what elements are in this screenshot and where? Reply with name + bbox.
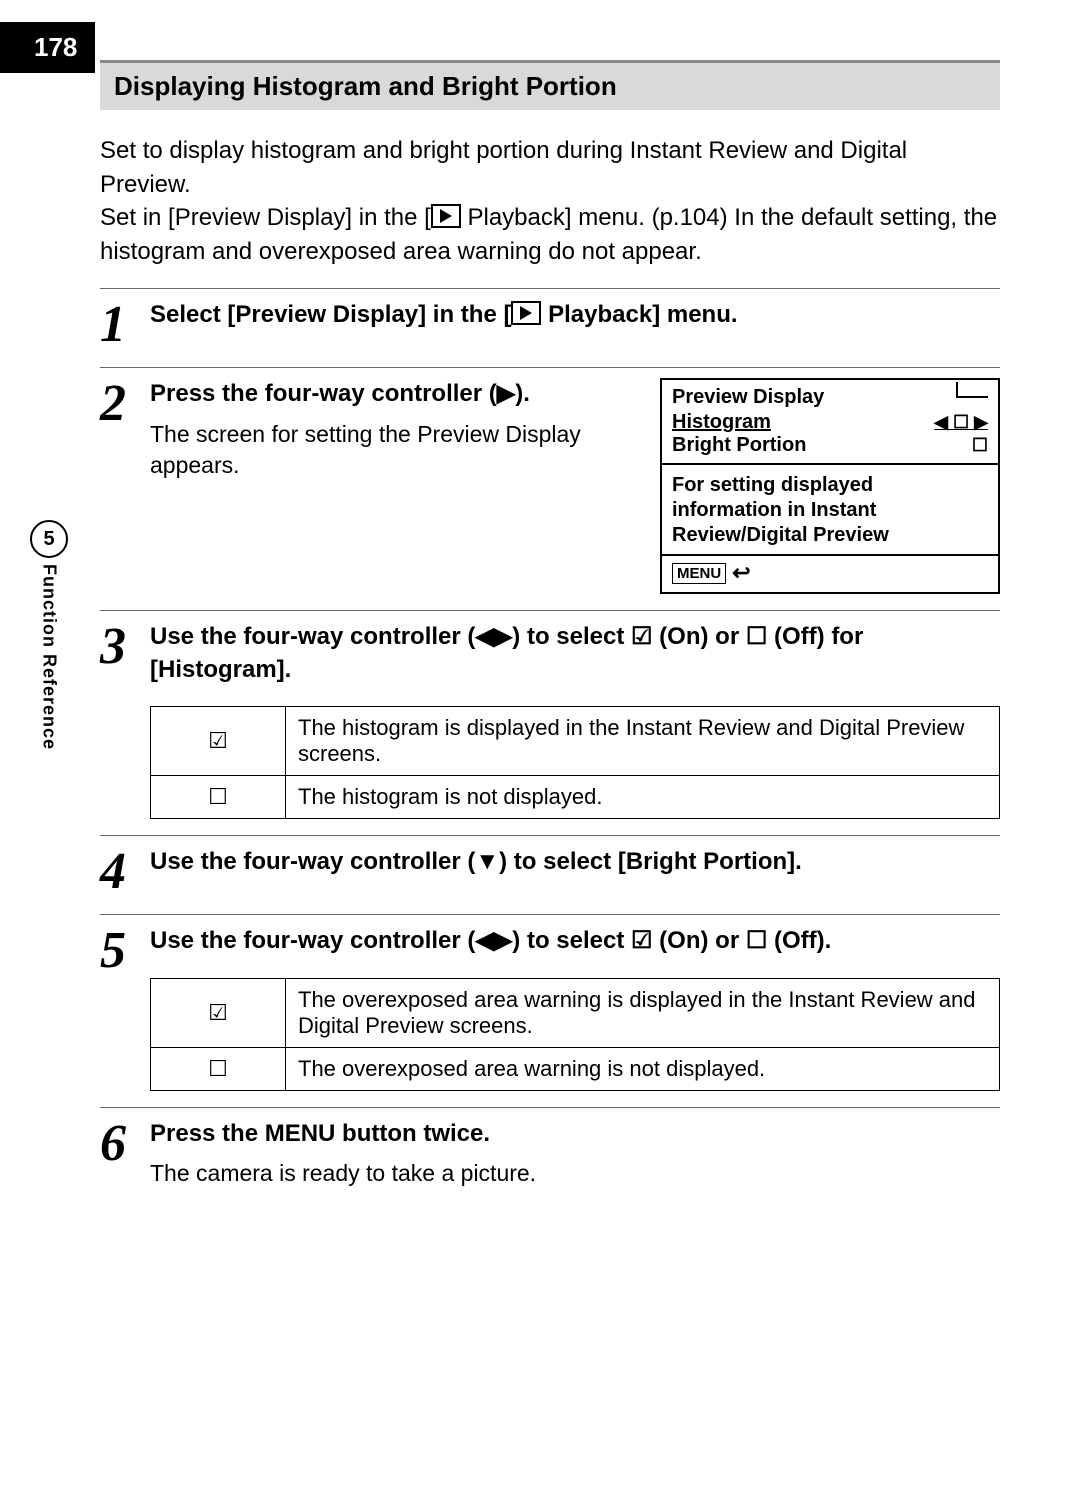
step-number: 3 [100, 621, 150, 673]
option-on-text: The histogram is displayed in the Instan… [286, 707, 1000, 776]
camera-screen-description: For setting displayed information in Ins… [662, 471, 998, 554]
bright-portion-options-table: ☑ The overexposed area warning is displa… [150, 978, 1000, 1091]
step-4-heading: Use the four-way controller (▼) to selec… [150, 846, 1000, 878]
table-row: ☐ The histogram is not displayed. [151, 776, 1000, 819]
step-5: 5 Use the four-way controller (◀▶) to se… [100, 914, 1000, 1090]
step-number: 1 [100, 299, 150, 351]
chapter-label: Function Reference [39, 564, 60, 750]
option-off-symbol: ☐ [151, 776, 286, 819]
option-off-text: The histogram is not displayed. [286, 776, 1000, 819]
step-5-heading: Use the four-way controller (◀▶) to sele… [150, 925, 1000, 957]
option-on-symbol: ☑ [151, 707, 286, 776]
divider [662, 463, 998, 465]
step-1-heading-b: Playback] menu. [541, 301, 737, 328]
option-on-text: The overexposed area warning is displaye… [286, 978, 1000, 1047]
step-6-text: The camera is ready to take a picture. [150, 1158, 1000, 1189]
step-1-heading: Select [Preview Display] in the [ Playba… [150, 299, 1000, 331]
section-title: Displaying Histogram and Bright Portion [100, 60, 1000, 110]
camera-screen-title: Preview Display [662, 380, 998, 411]
camera-screen-footer: MENU ↩ [662, 554, 998, 592]
step-3: 3 Use the four-way controller (◀▶) to se… [100, 610, 1000, 819]
cs-bright-label: Bright Portion [672, 434, 806, 457]
camera-screen-row-histogram: Histogram ◀ ☐ ▶ [662, 411, 998, 434]
step-6: 6 Press the MENU button twice. The camer… [100, 1107, 1000, 1189]
histogram-options-table: ☑ The histogram is displayed in the Inst… [150, 706, 1000, 819]
intro-paragraph: Set to display histogram and bright port… [100, 134, 1000, 268]
camera-screen-row-bright: Bright Portion ☐ [662, 434, 998, 457]
chapter-number-badge: 5 [30, 520, 68, 558]
step-2: 2 Press the four-way controller (▶). The… [100, 367, 1000, 594]
step-6-heading: Press the MENU button twice. [150, 1118, 1000, 1150]
step-3-heading: Use the four-way controller (◀▶) to sele… [150, 621, 1000, 686]
step-2-heading: Press the four-way controller (▶). [150, 378, 640, 410]
intro-line-1: Set to display histogram and bright port… [100, 137, 907, 198]
page-number: 178 [0, 22, 95, 73]
cs-histogram-label: Histogram [672, 411, 771, 434]
page: 178 5 Function Reference Displaying Hist… [0, 0, 1080, 1504]
content-area: Displaying Histogram and Bright Portion … [0, 0, 1080, 1249]
step-number: 2 [100, 378, 150, 430]
cs-bright-value: ☐ [972, 435, 988, 456]
option-on-symbol: ☑ [151, 978, 286, 1047]
table-row: ☑ The histogram is displayed in the Inst… [151, 707, 1000, 776]
camera-screen-preview: Preview Display Histogram ◀ ☐ ▶ Bright P… [660, 378, 1000, 594]
table-row: ☐ The overexposed area warning is not di… [151, 1047, 1000, 1090]
option-off-text: The overexposed area warning is not disp… [286, 1047, 1000, 1090]
playback-icon [511, 301, 541, 325]
menu-button-icon: MENU [672, 563, 726, 584]
side-chapter-tab: 5 Function Reference [30, 520, 68, 750]
cs-histogram-value: ◀ ☐ ▶ [934, 412, 988, 433]
step-number: 6 [100, 1118, 150, 1170]
step-4: 4 Use the four-way controller (▼) to sel… [100, 835, 1000, 898]
option-off-symbol: ☐ [151, 1047, 286, 1090]
step-2-text: The screen for setting the Preview Displ… [150, 419, 640, 481]
return-arrow-icon: ↩ [732, 560, 750, 586]
step-1: 1 Select [Preview Display] in the [ Play… [100, 288, 1000, 351]
intro-line-2a: Set in [Preview Display] in the [ [100, 204, 431, 231]
step-1-heading-a: Select [Preview Display] in the [ [150, 301, 511, 328]
step-number: 4 [100, 846, 150, 898]
playback-icon [431, 204, 461, 228]
step-number: 5 [100, 925, 150, 977]
table-row: ☑ The overexposed area warning is displa… [151, 978, 1000, 1047]
